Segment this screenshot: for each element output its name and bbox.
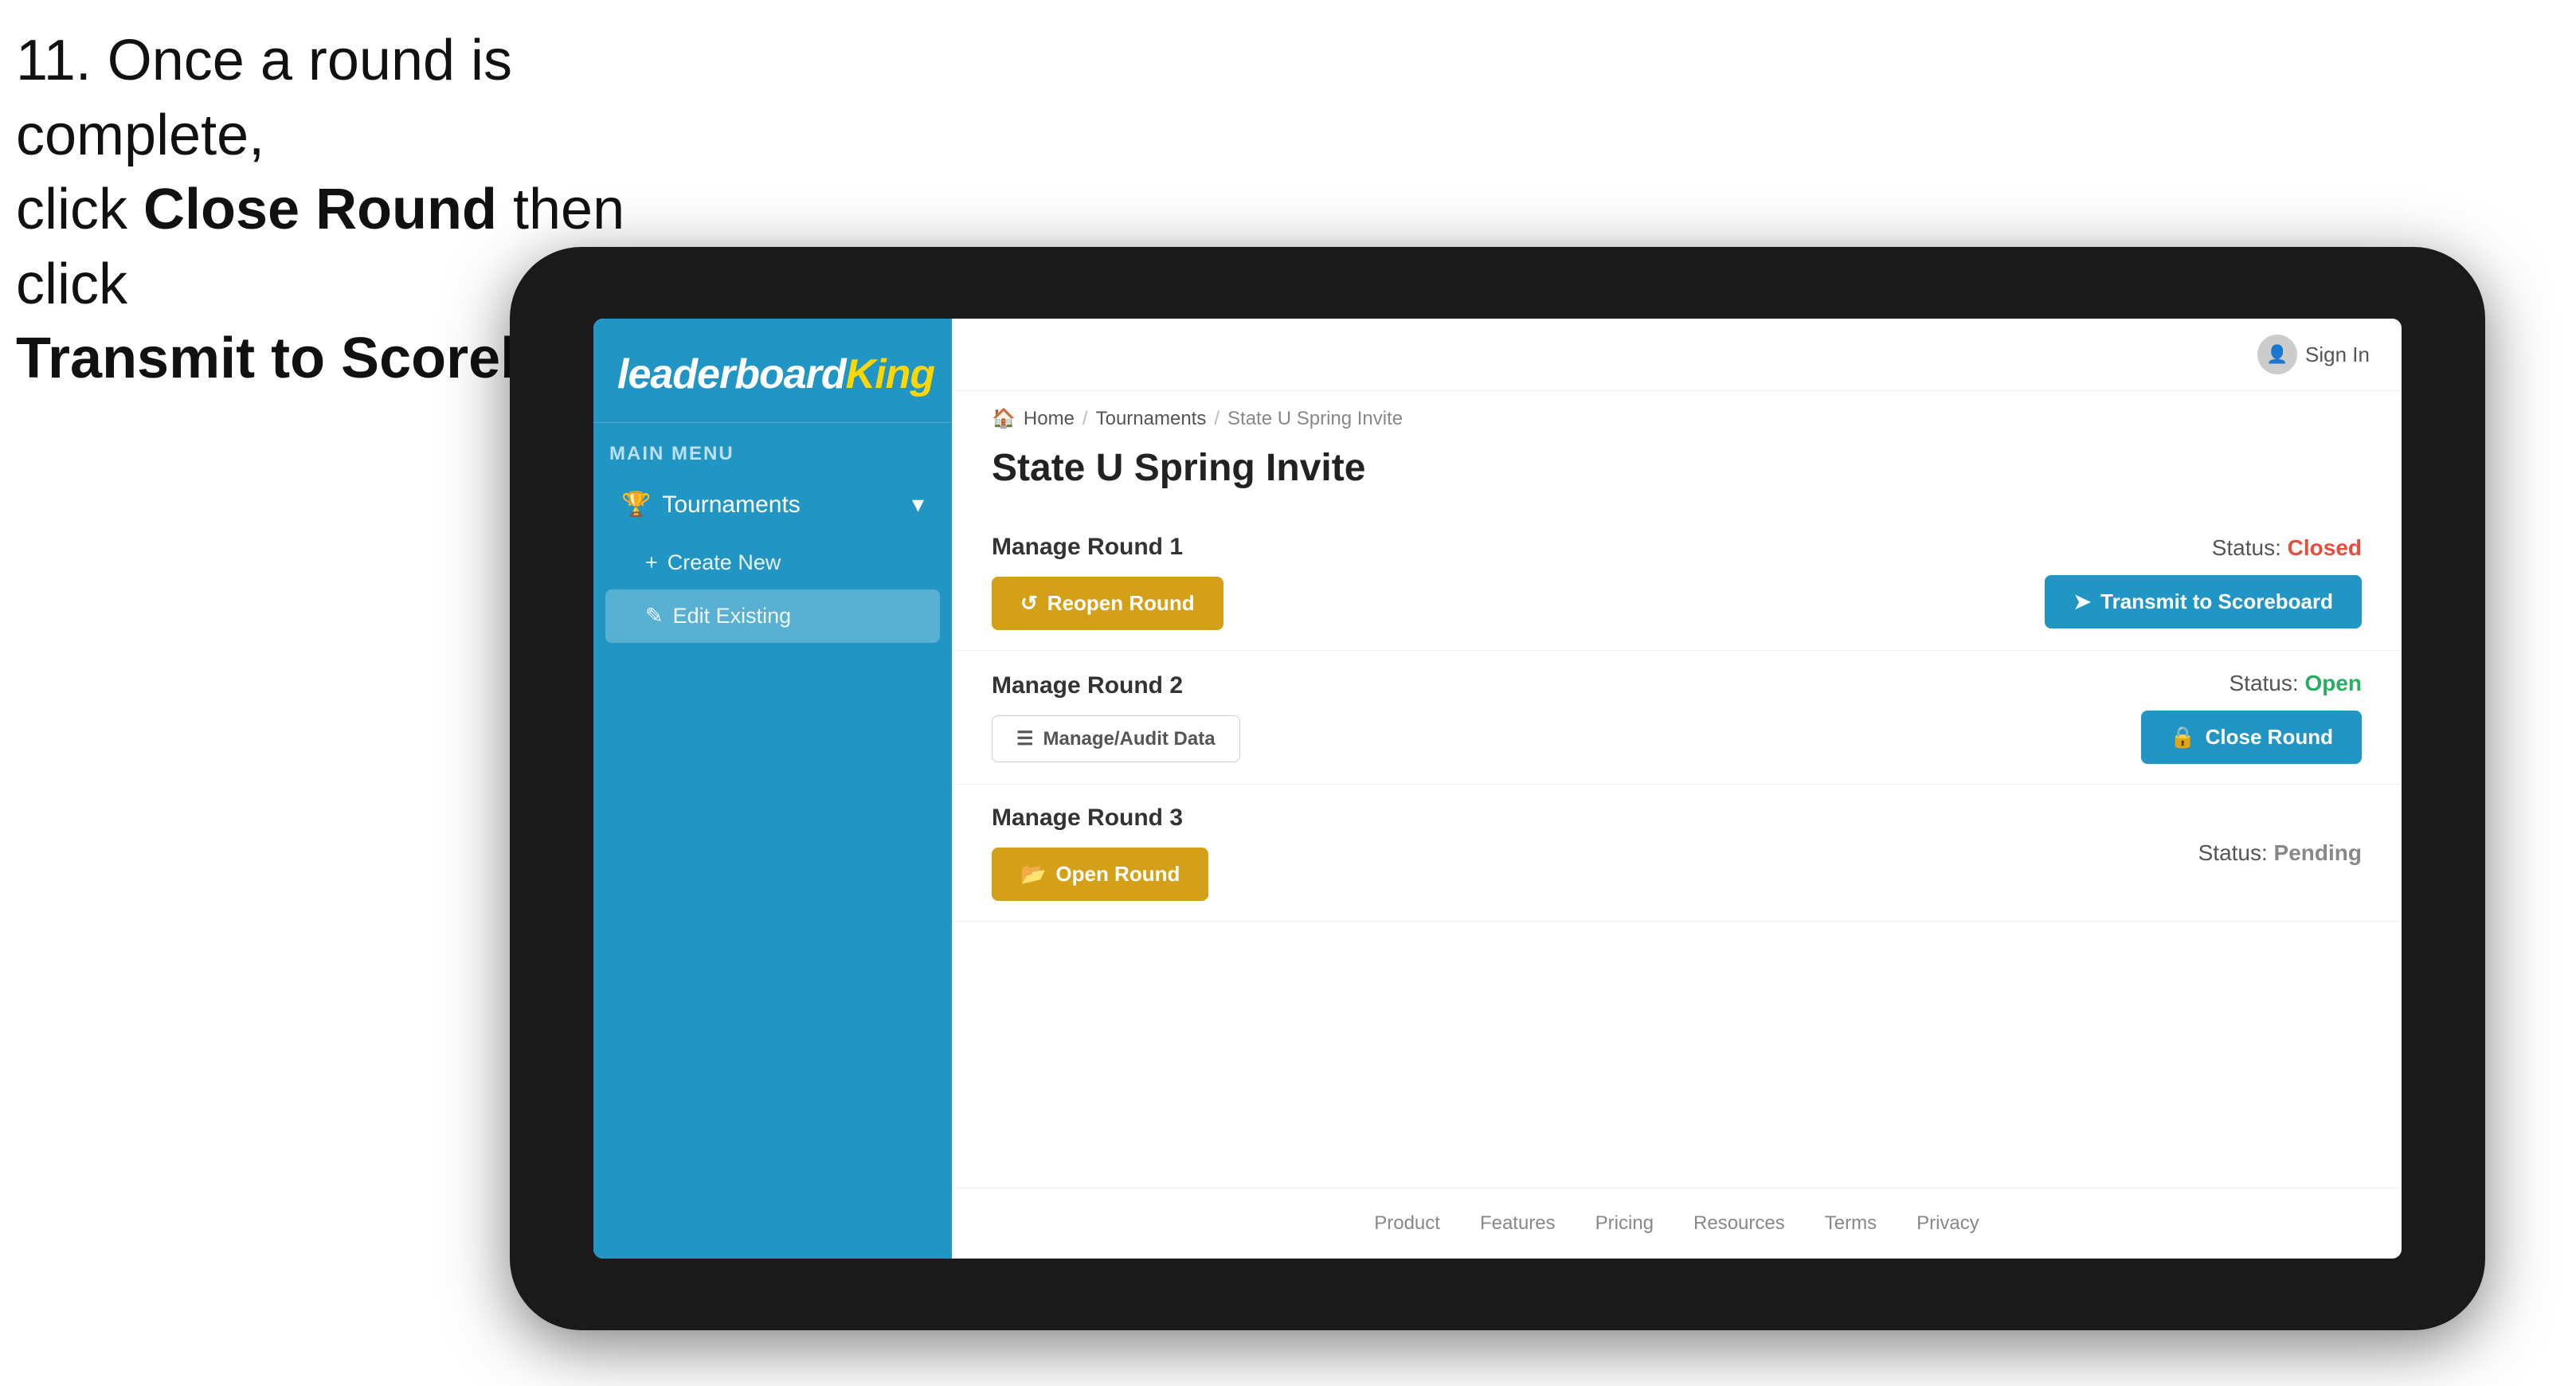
- logo-text-leaderboard: leaderboard: [617, 351, 846, 397]
- edit-icon: ✎: [645, 604, 664, 628]
- refresh-icon: ↺: [1020, 591, 1038, 616]
- reopen-round-button[interactable]: ↺ Reopen Round: [992, 577, 1223, 630]
- round-1-status: Status: Closed: [2212, 535, 2362, 561]
- close-round-button[interactable]: 🔒 Close Round: [2141, 711, 2362, 764]
- main-content: 👤 Sign In 🏠 Home / Tournaments / State U…: [952, 319, 2402, 1259]
- sidebar-item-create-new[interactable]: + Create New: [605, 536, 940, 589]
- footer: Product Features Pricing Resources Terms…: [952, 1188, 2402, 1259]
- reopen-round-label: Reopen Round: [1047, 591, 1195, 616]
- breadcrumb: 🏠 Home / Tournaments / State U Spring In…: [952, 391, 2402, 438]
- round-1-section: Manage Round 1 ↺ Reopen Round Status: Cl…: [952, 514, 2402, 651]
- breadcrumb-tournaments[interactable]: Tournaments: [1096, 408, 1207, 430]
- sidebar-logo: leaderboardKing: [593, 319, 952, 423]
- round-2-status-value: Open: [2304, 671, 2362, 695]
- table-icon: ☰: [1016, 727, 1034, 750]
- close-round-label: Close Round: [2206, 725, 2333, 750]
- send-icon: ➤: [2073, 589, 2091, 614]
- lock-icon: 🔒: [2170, 725, 2195, 750]
- breadcrumb-home[interactable]: Home: [1024, 408, 1075, 430]
- tablet-frame: leaderboardKing MAIN MENU 🏆 Tournaments …: [510, 247, 2485, 1330]
- trophy-icon: 🏆: [621, 491, 651, 519]
- round-3-section: Manage Round 3 📂 Open Round Status: Pend…: [952, 785, 2402, 922]
- open-round-label: Open Round: [1055, 862, 1180, 887]
- manage-audit-label: Manage/Audit Data: [1043, 728, 1216, 750]
- round-1-status-value: Closed: [2288, 535, 2362, 560]
- sidebar-item-edit-existing[interactable]: ✎ Edit Existing: [605, 589, 940, 643]
- sidebar-nav: 🏆 Tournaments ▾ + Create New ✎ Edit Exis…: [593, 473, 952, 643]
- sign-in-label: Sign In: [2305, 343, 2370, 367]
- round-3-status-value: Pending: [2274, 840, 2362, 865]
- round-2-title: Manage Round 2: [992, 672, 1240, 699]
- round-2-status: Status: Open: [2230, 671, 2363, 696]
- transmit-label: Transmit to Scoreboard: [2100, 589, 2333, 614]
- sidebar-tournaments-label: Tournaments: [662, 491, 800, 519]
- plus-icon: +: [645, 550, 658, 575]
- sign-in-button[interactable]: 👤 Sign In: [2257, 335, 2370, 374]
- manage-audit-data-button[interactable]: ☰ Manage/Audit Data: [992, 715, 1240, 762]
- footer-pricing[interactable]: Pricing: [1595, 1212, 1654, 1235]
- round-2-section: Manage Round 2 ☰ Manage/Audit Data Statu…: [952, 651, 2402, 785]
- transmit-to-scoreboard-button[interactable]: ➤ Transmit to Scoreboard: [2045, 575, 2362, 628]
- top-bar: 👤 Sign In: [952, 319, 2402, 391]
- open-round-button[interactable]: 📂 Open Round: [992, 848, 1208, 901]
- edit-existing-label: Edit Existing: [673, 604, 792, 628]
- footer-resources[interactable]: Resources: [1693, 1212, 1785, 1235]
- footer-product[interactable]: Product: [1374, 1212, 1440, 1235]
- footer-features[interactable]: Features: [1480, 1212, 1556, 1235]
- footer-privacy[interactable]: Privacy: [1916, 1212, 1979, 1235]
- logo-text-king: King: [846, 351, 935, 397]
- footer-terms[interactable]: Terms: [1825, 1212, 1877, 1235]
- round-1-title: Manage Round 1: [992, 534, 1223, 561]
- main-menu-label: MAIN MENU: [593, 423, 952, 473]
- tablet-screen: leaderboardKing MAIN MENU 🏆 Tournaments …: [593, 319, 2402, 1259]
- round-3-title: Manage Round 3: [992, 805, 1208, 832]
- folder-open-icon: 📂: [1020, 862, 1046, 887]
- chevron-down-icon: ▾: [912, 491, 924, 519]
- create-new-label: Create New: [667, 550, 781, 575]
- home-icon: 🏠: [992, 407, 1016, 430]
- sidebar: leaderboardKing MAIN MENU 🏆 Tournaments …: [593, 319, 952, 1259]
- breadcrumb-current: State U Spring Invite: [1227, 408, 1403, 430]
- sidebar-item-tournaments[interactable]: 🏆 Tournaments ▾: [605, 473, 940, 536]
- user-avatar: 👤: [2257, 335, 2297, 374]
- page-title: State U Spring Invite: [952, 438, 2402, 514]
- round-3-status: Status: Pending: [2198, 840, 2362, 866]
